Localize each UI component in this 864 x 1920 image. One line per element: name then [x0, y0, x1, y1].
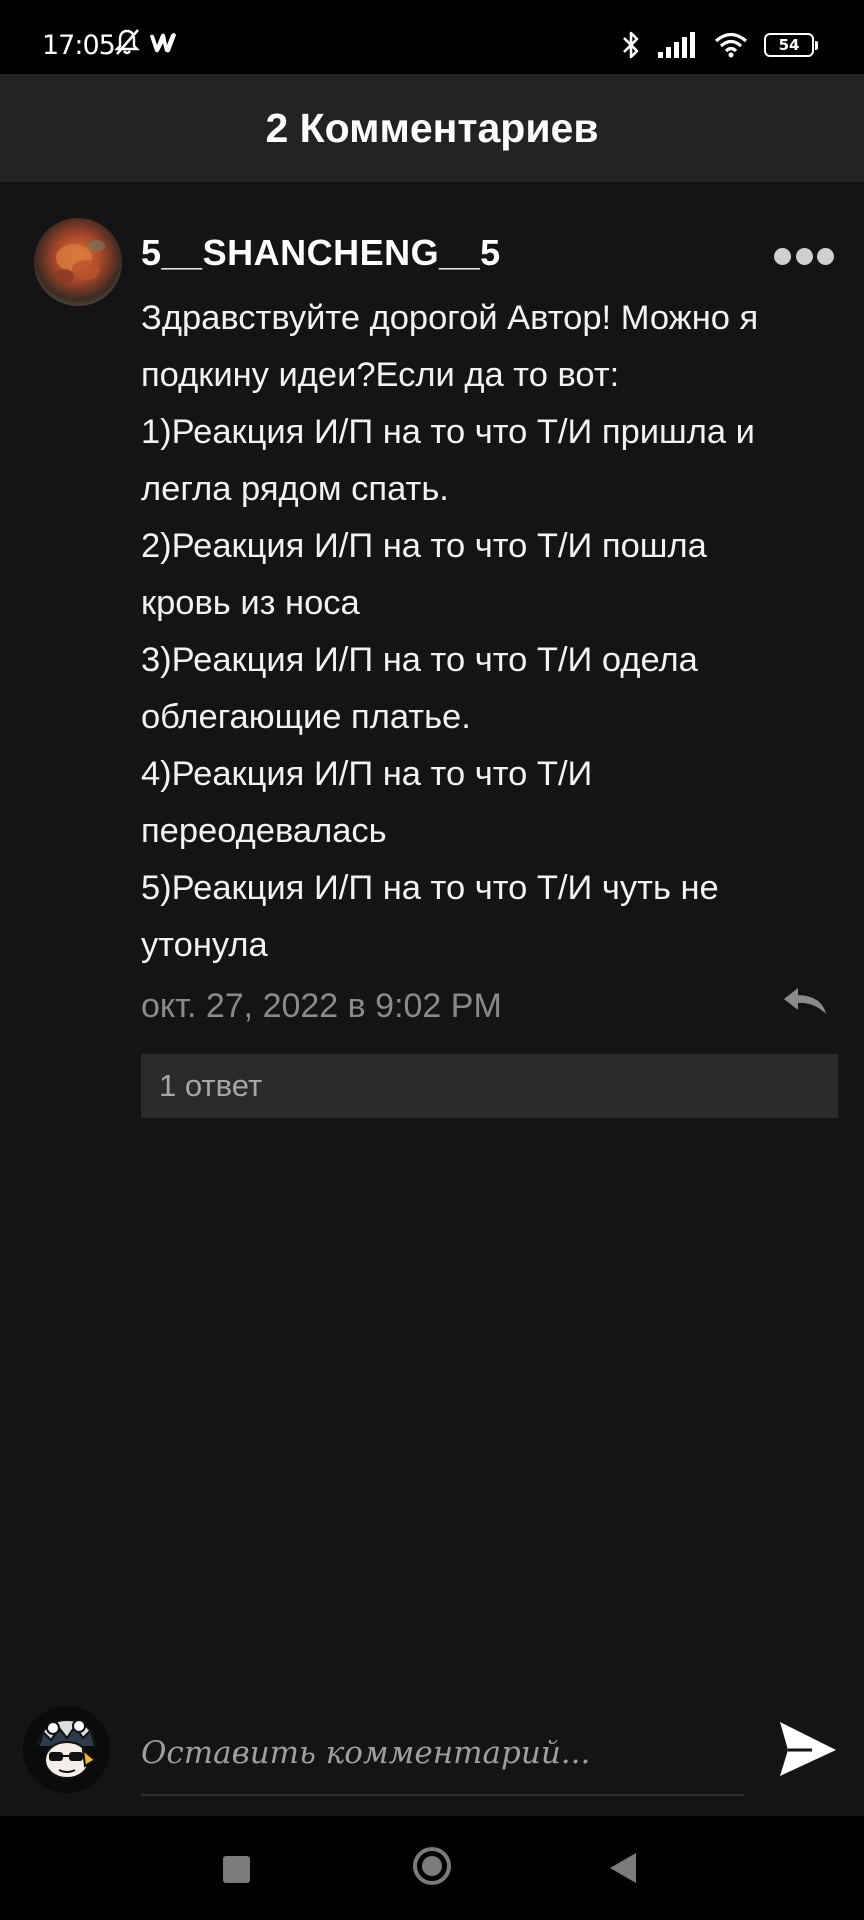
notifications-off-icon — [114, 29, 140, 55]
input-underline — [141, 1794, 744, 1796]
status-bar: 17:05 54 — [0, 0, 864, 74]
back-icon[interactable] — [608, 1851, 638, 1885]
status-time: 17:05 — [42, 30, 116, 61]
system-navigation-bar — [0, 1816, 864, 1920]
page-title: 2 Комментариев — [265, 104, 599, 151]
reply-icon[interactable] — [780, 984, 830, 1020]
dot-icon — [774, 247, 791, 265]
view-replies-button[interactable]: 1 ответ — [141, 1054, 838, 1118]
recent-apps-icon[interactable] — [223, 1856, 250, 1883]
comment-text: Здравствуйте дорогой Автор! Можно я подк… — [141, 299, 759, 964]
my-avatar — [23, 1706, 110, 1793]
home-icon[interactable] — [412, 1846, 452, 1886]
avatar[interactable] — [34, 218, 122, 306]
more-options-button[interactable] — [774, 242, 834, 270]
comment-author[interactable]: 5__SHANCHENG__5 — [141, 232, 501, 274]
status-left-icons — [114, 28, 178, 56]
wifi-icon — [714, 32, 748, 58]
bluetooth-icon — [623, 31, 639, 59]
battery-icon: 54 — [764, 33, 818, 57]
comment-date: окт. 27, 2022 в 9:02 PM — [141, 987, 502, 1025]
send-icon[interactable] — [776, 1716, 840, 1780]
comment-composer — [0, 1700, 864, 1816]
wattpad-icon — [150, 33, 176, 53]
signal-icon — [658, 32, 695, 58]
status-right-icons: 54 — [620, 30, 818, 60]
dot-icon — [795, 247, 813, 265]
dot-icon — [817, 247, 834, 265]
comments-header: 2 Комментариев — [0, 74, 864, 182]
comment-input[interactable] — [141, 1728, 741, 1778]
